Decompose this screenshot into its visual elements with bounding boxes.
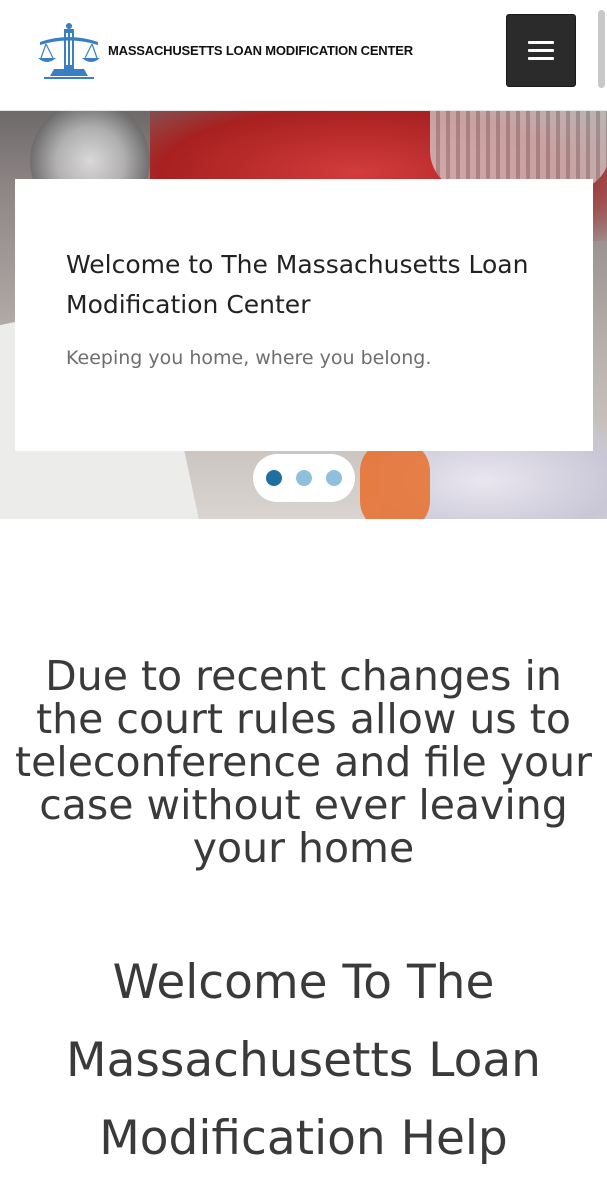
welcome-heading: Welcome To The Massachusetts Loan Modifi… — [66, 955, 541, 1166]
slider-dot-1[interactable] — [266, 470, 282, 486]
hero-slider: Welcome to The Massachusetts Loan Modifi… — [0, 111, 607, 519]
menu-button[interactable] — [506, 14, 576, 87]
hamburger-menu-icon — [528, 41, 554, 44]
slider-pagination — [253, 454, 355, 502]
hero-title: Welcome to The Massachusetts Loan Modifi… — [66, 250, 529, 319]
hero-subtitle: Keeping you home, where you belong. — [66, 347, 432, 369]
scales-of-justice-icon — [38, 23, 100, 79]
site-header: MASSACHUSETTS LOAN MODIFICATION CENTER — [0, 0, 607, 111]
scrollbar[interactable] — [598, 10, 605, 88]
logo-text: MASSACHUSETTS LOAN MODIFICATION CENTER — [108, 42, 413, 58]
slider-dot-3[interactable] — [326, 470, 342, 486]
court-rules-notice: Due to recent changes in the court rules… — [15, 652, 592, 872]
slider-dot-2[interactable] — [296, 470, 312, 486]
site-logo[interactable]: MASSACHUSETTS LOAN MODIFICATION CENTER — [36, 20, 413, 80]
hero-caption-card: Welcome to The Massachusetts Loan Modifi… — [15, 179, 593, 451]
